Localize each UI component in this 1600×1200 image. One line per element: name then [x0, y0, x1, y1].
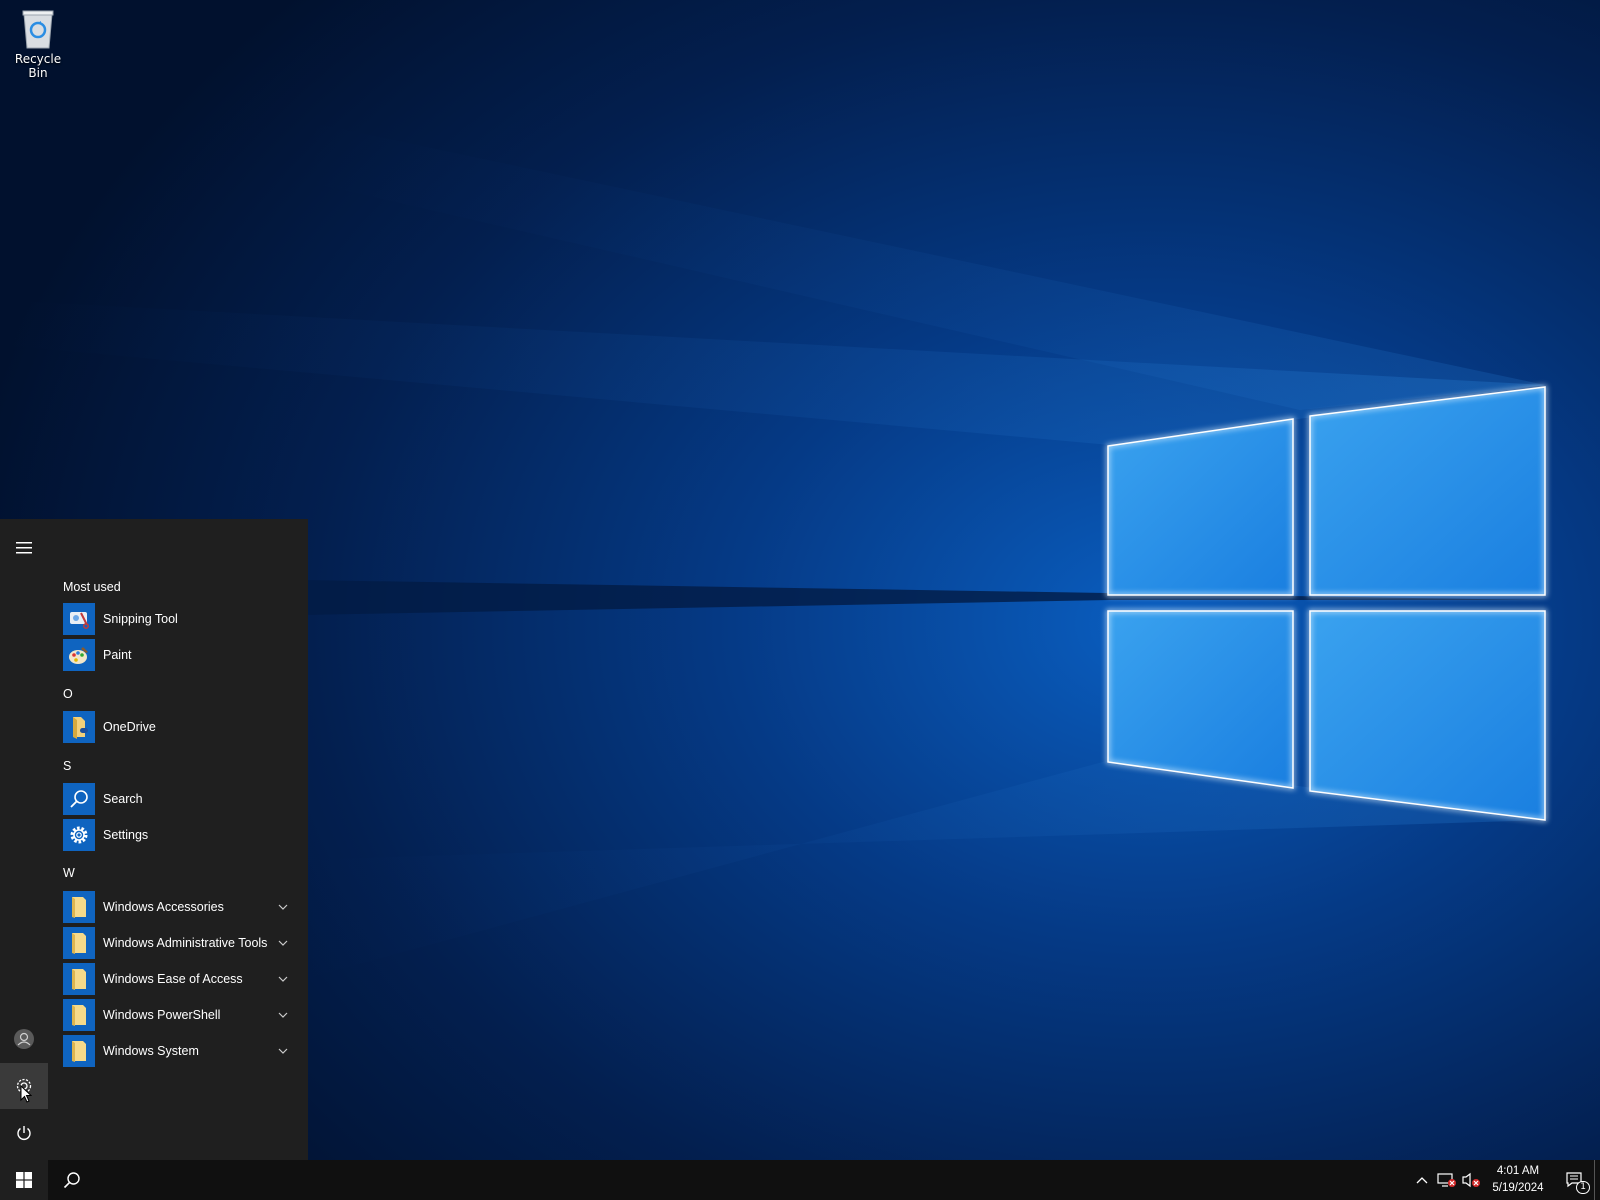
app-item-windows-system[interactable]: Windows System — [63, 1034, 295, 1068]
expand-chevron-icon[interactable] — [275, 935, 291, 951]
search-icon — [63, 1172, 80, 1189]
app-item-windows-powershell[interactable]: Windows PowerShell — [63, 998, 295, 1032]
user-account-icon — [14, 1029, 34, 1049]
folder-tile — [63, 1035, 95, 1067]
network-disconnected-icon — [1437, 1173, 1456, 1187]
search-tile — [63, 783, 95, 815]
section-header-w: W — [63, 866, 75, 880]
app-label: Paint — [103, 648, 132, 662]
network-status-button[interactable] — [1435, 1160, 1459, 1200]
power-button[interactable] — [0, 1110, 48, 1156]
show-hidden-icons-button[interactable] — [1412, 1160, 1432, 1200]
folder-tile — [63, 999, 95, 1031]
folder-tile — [63, 927, 95, 959]
app-item-paint[interactable]: Paint — [63, 638, 295, 672]
volume-muted-icon — [1462, 1172, 1480, 1188]
expand-menu-button[interactable] — [0, 525, 48, 571]
app-item-windows-accessories[interactable]: Windows Accessories — [63, 890, 295, 924]
chevron-up-icon — [1416, 1177, 1428, 1184]
snipping-tool-tile — [63, 603, 95, 635]
notification-count-badge: 1 — [1576, 1181, 1590, 1194]
action-center-button[interactable]: 1 — [1558, 1160, 1592, 1200]
search-icon — [70, 790, 88, 808]
start-menu: Most used Snipping Tool Paint O OneDrive… — [0, 519, 308, 1160]
paint-icon — [69, 647, 88, 664]
app-label: Windows Ease of Access — [103, 972, 243, 986]
folder-icon — [72, 897, 86, 918]
clock-time: 4:01 AM — [1496, 1165, 1540, 1177]
user-account-button[interactable] — [0, 1016, 48, 1062]
app-item-onedrive[interactable]: OneDrive — [63, 710, 295, 744]
section-header-most-used: Most used — [63, 580, 121, 594]
section-header-o: O — [63, 687, 73, 701]
mouse-cursor-icon — [20, 1085, 32, 1103]
hamburger-menu-icon — [16, 542, 32, 554]
app-item-search[interactable]: Search — [63, 782, 295, 816]
folder-icon — [72, 1041, 86, 1062]
expand-chevron-icon[interactable] — [275, 899, 291, 915]
onedrive-folder-icon — [73, 717, 88, 739]
app-item-settings[interactable]: Settings — [63, 818, 295, 852]
desktop-icon-recycle-bin[interactable]: Recycle Bin — [4, 6, 72, 80]
desktop-icon-label: Recycle Bin — [14, 52, 62, 80]
folder-tile — [63, 963, 95, 995]
paint-tile — [63, 639, 95, 671]
folder-icon — [72, 1005, 86, 1026]
folder-tile — [63, 891, 95, 923]
settings-tile — [63, 819, 95, 851]
expand-chevron-icon[interactable] — [275, 1043, 291, 1059]
folder-icon — [72, 933, 86, 954]
app-item-snipping-tool[interactable]: Snipping Tool — [63, 602, 295, 636]
app-item-windows-administrative-tools[interactable]: Windows Administrative Tools — [63, 926, 295, 960]
app-item-windows-ease-of-access[interactable]: Windows Ease of Access — [63, 962, 295, 996]
taskbar-clock[interactable]: 4:01 AM 5/19/2024 — [1482, 1163, 1554, 1197]
app-label: OneDrive — [103, 720, 156, 734]
app-label: Windows Accessories — [103, 900, 224, 914]
section-header-s: S — [63, 759, 72, 773]
app-label: Windows System — [103, 1044, 199, 1058]
expand-chevron-icon[interactable] — [275, 1007, 291, 1023]
folder-icon — [72, 969, 86, 990]
snipping-tool-icon — [70, 612, 89, 629]
app-label: Windows Administrative Tools — [103, 936, 268, 950]
clock-date: 5/19/2024 — [1492, 1182, 1544, 1194]
show-desktop-button[interactable] — [1594, 1160, 1600, 1200]
windows-logo-icon — [16, 1172, 32, 1188]
start-menu-rail — [0, 519, 48, 1160]
app-label: Snipping Tool — [103, 612, 178, 626]
taskbar-search-button[interactable] — [48, 1160, 96, 1200]
power-icon — [17, 1126, 31, 1140]
app-label: Windows PowerShell — [103, 1008, 221, 1022]
gear-icon — [70, 826, 88, 844]
start-button[interactable] — [0, 1160, 48, 1200]
recycle-bin-icon — [22, 10, 54, 49]
app-label: Search — [103, 792, 143, 806]
expand-chevron-icon[interactable] — [275, 971, 291, 987]
settings-button[interactable] — [0, 1063, 48, 1109]
app-label: Settings — [103, 828, 149, 842]
taskbar: 4:01 AM 5/19/2024 1 — [0, 1160, 1600, 1200]
onedrive-tile — [63, 711, 95, 743]
volume-button[interactable] — [1459, 1160, 1483, 1200]
